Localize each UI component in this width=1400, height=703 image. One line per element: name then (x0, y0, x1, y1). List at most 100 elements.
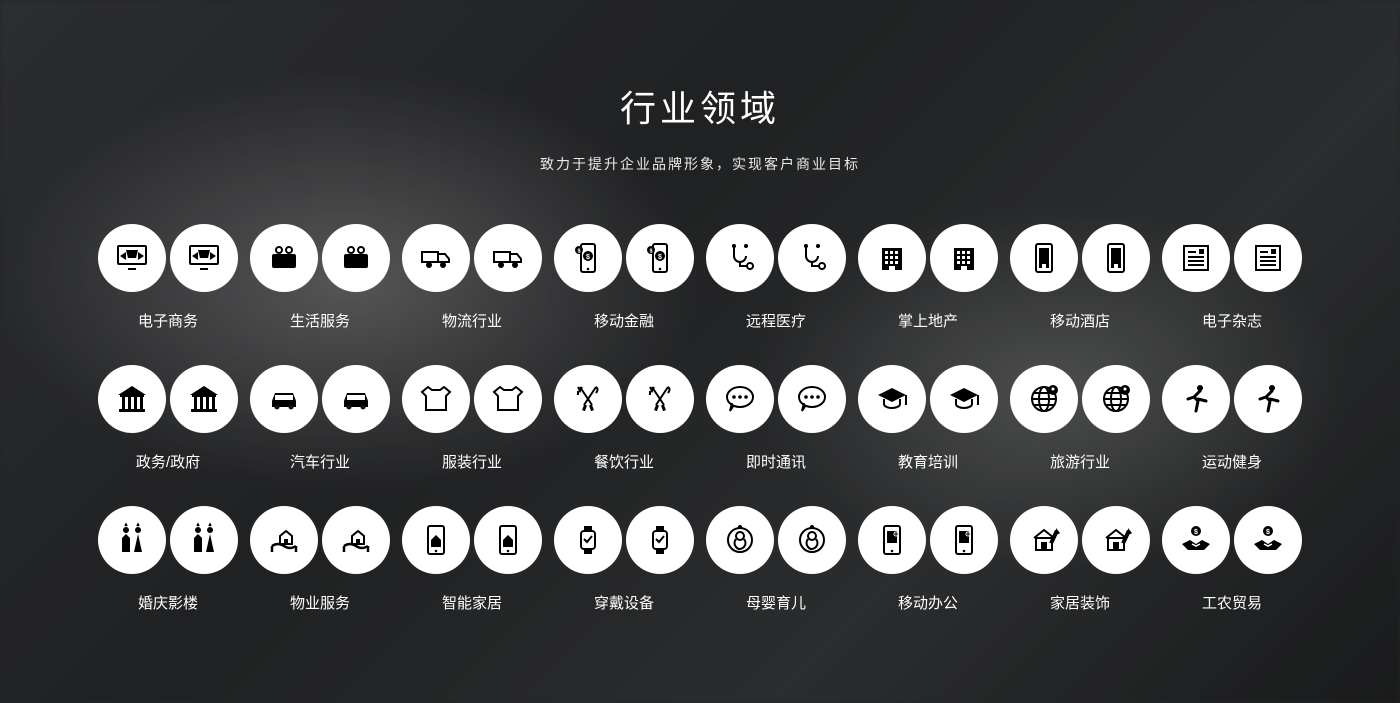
industry-item-realestate[interactable]: 掌上地产 (852, 224, 1004, 331)
industry-label: 即时通讯 (746, 451, 806, 472)
industry-item-hotel[interactable]: 移动酒店 (1004, 224, 1156, 331)
industry-item-edu[interactable]: 教育培训 (852, 365, 1004, 472)
industry-item-ecommerce[interactable]: 电子商务 (92, 224, 244, 331)
ecommerce-icon (170, 224, 238, 292)
industry-label: 智能家居 (442, 592, 502, 613)
life-icon (250, 224, 318, 292)
wedding-icon (98, 506, 166, 574)
industry-item-logistics[interactable]: 物流行业 (396, 224, 548, 331)
icon-pair (402, 506, 542, 574)
baby-icon (706, 506, 774, 574)
medical-icon (706, 224, 774, 292)
industry-label: 政务/政府 (136, 451, 200, 472)
icon-pair (98, 365, 238, 433)
industry-item-gov[interactable]: 政务/政府 (92, 365, 244, 472)
edu-icon (930, 365, 998, 433)
industry-label: 物流行业 (442, 310, 502, 331)
realestate-icon (930, 224, 998, 292)
industry-item-run[interactable]: 运动健身 (1156, 365, 1308, 472)
shirt-icon (474, 365, 542, 433)
hotel-icon (1010, 224, 1078, 292)
industry-label: 生活服务 (290, 310, 350, 331)
industry-item-medical[interactable]: 远程医疗 (700, 224, 852, 331)
icon-pair (98, 224, 238, 292)
baby-icon (778, 506, 846, 574)
industry-item-life[interactable]: 生活服务 (244, 224, 396, 331)
industry-row: 婚庆影楼物业服务 智能家居 穿戴设备 母婴育儿 移动办公 家居装饰工农贸易 (90, 506, 1310, 613)
run-icon (1162, 365, 1230, 433)
industry-label: 物业服务 (290, 592, 350, 613)
industry-row: 电子商务 生活服务 物流行业 移动金融 远程医疗掌上地产移动酒店 电子杂志 (90, 224, 1310, 331)
industry-item-magazine[interactable]: 电子杂志 (1156, 224, 1308, 331)
magazine-icon (1162, 224, 1230, 292)
finance-icon (626, 224, 694, 292)
section-title: 行业领域 (0, 80, 1400, 132)
industry-label: 移动办公 (898, 592, 958, 613)
hotel-icon (1082, 224, 1150, 292)
medical-icon (778, 224, 846, 292)
industry-label: 移动金融 (594, 310, 654, 331)
property-icon (322, 506, 390, 574)
icon-pair (858, 365, 998, 433)
industry-item-chat[interactable]: 即时通讯 (700, 365, 852, 472)
chat-icon (706, 365, 774, 433)
icon-pair (706, 224, 846, 292)
finance-icon (554, 224, 622, 292)
icon-pair (1162, 365, 1302, 433)
industry-item-travel[interactable]: 旅游行业 (1004, 365, 1156, 472)
industry-item-trade[interactable]: 工农贸易 (1156, 506, 1308, 613)
industry-item-smarthome[interactable]: 智能家居 (396, 506, 548, 613)
icon-pair (554, 224, 694, 292)
travel-icon (1082, 365, 1150, 433)
icon-pair (1010, 506, 1150, 574)
industry-label: 工农贸易 (1202, 592, 1262, 613)
industry-item-food[interactable]: 餐饮行业 (548, 365, 700, 472)
gov-icon (98, 365, 166, 433)
icon-pair (250, 224, 390, 292)
smarthome-icon (402, 506, 470, 574)
industry-item-watch[interactable]: 穿戴设备 (548, 506, 700, 613)
edu-icon (858, 365, 926, 433)
logistics-icon (402, 224, 470, 292)
icon-pair (706, 365, 846, 433)
icon-pair (402, 365, 542, 433)
industry-label: 汽车行业 (290, 451, 350, 472)
industry-item-baby[interactable]: 母婴育儿 (700, 506, 852, 613)
industry-item-decor[interactable]: 家居装饰 (1004, 506, 1156, 613)
section-subtitle: 致力于提升企业品牌形象，实现客户商业目标 (0, 154, 1400, 174)
magazine-icon (1234, 224, 1302, 292)
industry-item-property[interactable]: 物业服务 (244, 506, 396, 613)
industry-row: 政务/政府 汽车行业 服装行业 餐饮行业即时通讯 教育培训旅游行业运动健身 (90, 365, 1310, 472)
trade-icon (1162, 506, 1230, 574)
food-icon (626, 365, 694, 433)
logistics-icon (474, 224, 542, 292)
icon-pair (1162, 506, 1302, 574)
run-icon (1234, 365, 1302, 433)
icon-pair (858, 224, 998, 292)
icon-pair (554, 365, 694, 433)
icon-pair (402, 224, 542, 292)
industry-item-wedding[interactable]: 婚庆影楼 (92, 506, 244, 613)
decor-icon (1010, 506, 1078, 574)
industry-label: 电子商务 (138, 310, 198, 331)
watch-icon (554, 506, 622, 574)
icon-pair (250, 506, 390, 574)
industry-item-office[interactable]: 移动办公 (852, 506, 1004, 613)
industry-label: 移动酒店 (1050, 310, 1110, 331)
industry-label: 服装行业 (442, 451, 502, 472)
industry-label: 母婴育儿 (746, 592, 806, 613)
icon-pair (1010, 224, 1150, 292)
ecommerce-icon (98, 224, 166, 292)
industry-label: 穿戴设备 (594, 592, 654, 613)
icon-pair (706, 506, 846, 574)
industry-item-shirt[interactable]: 服装行业 (396, 365, 548, 472)
industry-item-finance[interactable]: 移动金融 (548, 224, 700, 331)
trade-icon (1234, 506, 1302, 574)
smarthome-icon (474, 506, 542, 574)
office-icon (930, 506, 998, 574)
icon-pair (554, 506, 694, 574)
watch-icon (626, 506, 694, 574)
travel-icon (1010, 365, 1078, 433)
chat-icon (778, 365, 846, 433)
industry-item-car[interactable]: 汽车行业 (244, 365, 396, 472)
